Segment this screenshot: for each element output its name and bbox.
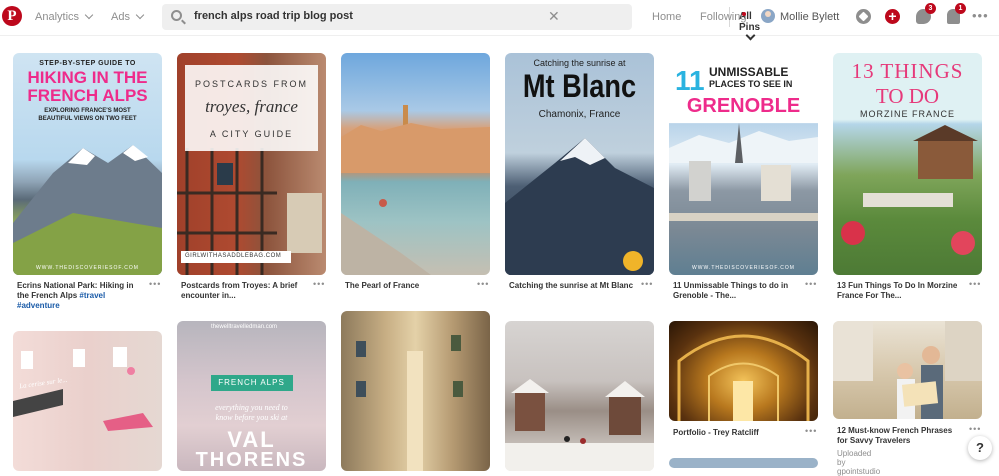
overlay-subtitle: Chamonix, France [538,109,621,120]
overlay-subtitle-2: BEAUTIFUL VIEWS ON TWO FEET [38,116,137,122]
pin-image[interactable] [505,321,654,471]
pin-image[interactable]: STEP-BY-STEP GUIDE TO HIKING IN THE FREN… [13,53,162,275]
pin-more-icon[interactable]: ••• [969,424,981,434]
chevron-down-icon [745,30,756,41]
pin-image[interactable] [669,321,818,421]
overlay-subtitle: A CITY GUIDE [209,129,294,139]
pin-image[interactable]: 13 THINGS TO DO MORZINE FRANCE [833,53,982,275]
street-illustration [13,347,153,431]
overlay-line-1: everything you need to [215,403,288,412]
overlay-source: thewelltravelledman.com [211,324,278,330]
overlay-footer: WWW.THEDISCOVERIESOF.COM [36,265,139,271]
overlay-kicker: UNMISSABLE [709,65,789,79]
pin-more-icon[interactable]: ••• [149,279,161,289]
overlay-subtitle: PLACES TO SEE IN [709,79,793,89]
overlay-subtitle: MORZINE FRANCE [860,109,955,119]
following-notification-dot [742,12,746,16]
pin-caption[interactable]: 11 Unmissable Things to do in Grenoble -… [673,281,801,301]
alley-illustration [356,335,463,471]
overlay-kicker: FRENCH ALPS [218,378,285,387]
tourists-illustration [833,321,982,419]
notifications-badge: 1 [955,3,966,14]
pin-caption[interactable]: 12 Must-know French Phrases for Savvy Tr… [837,426,965,446]
pin-image[interactable] [341,53,490,275]
pin-more-icon[interactable]: ••• [805,279,817,289]
uploader-name[interactable]: gpointstudio [837,467,880,476]
overlay-title-2: FRENCH ALPS [27,86,148,105]
clear-search-icon[interactable]: ✕ [548,8,560,25]
pin-title: Ecrins National Park: Hiking in the Fren… [17,281,134,300]
pin-caption[interactable]: Catching the sunrise at Mt Blanc [509,281,637,291]
cathedral-illustration [677,334,810,421]
overlay-title: GRENOBLE [686,95,801,117]
chevron-down-icon [135,10,145,20]
profile-link[interactable]: Mollie Bylett [780,11,839,23]
search-input[interactable]: french alps road trip blog post [194,10,353,22]
search-bar: french alps road trip blog post ✕ All Pi… [162,4,760,41]
overlay-footer: GIRLWITHASADDLEBAG.COM [185,253,282,259]
coastal-town-illustration [341,105,490,275]
overlay-line-2: know before you ski at [215,413,288,422]
overlay-number: 11 [675,65,705,96]
pin-title: 12 Must-know French Phrases for Savvy Tr… [837,426,953,445]
overlay-title-1: 13 THINGS [851,59,964,83]
pin-image[interactable]: thewelltravelledman.com FRENCH ALPS ever… [177,321,326,471]
pin-more-icon[interactable]: ••• [477,279,489,289]
overlay-kicker: POSTCARDS FROM [194,79,308,89]
pinterest-logo-icon[interactable]: P [2,6,22,26]
search-icon[interactable] [171,10,182,21]
messages-badge: 3 [925,3,936,14]
overlay-title: Mt Blanc [522,68,637,104]
help-button[interactable]: ? [968,436,992,460]
pin-image[interactable] [833,321,982,419]
analytics-menu[interactable]: Analytics [35,10,94,23]
following-link[interactable]: Following [700,11,746,23]
pin-title: 13 Fun Things To Do In Morzine France Fo… [837,281,958,300]
uploaded-by-label: Uploaded by [837,449,872,467]
create-plus-icon[interactable]: + [885,9,900,24]
overlay-kicker: Catching the sunrise at [533,58,626,68]
pin-title: The Pearl of France [345,281,420,290]
overlay-title-1: HIKING IN THE [27,68,148,87]
overlay-title-2: THORENS [195,449,308,471]
home-link[interactable]: Home [652,11,681,23]
pin-caption[interactable]: 13 Fun Things To Do In Morzine France Fo… [837,281,965,301]
ads-label: Ads [111,11,130,23]
avatar[interactable] [761,9,775,23]
overlay-subtitle-1: EXPLORING FRANCE'S MOST [44,108,131,114]
explore-compass-icon[interactable] [856,9,871,24]
pin-image[interactable]: La cerise sur le... [13,331,162,471]
pin-image[interactable] [341,311,490,471]
ads-menu[interactable]: Ads [111,10,145,23]
overlay-title: troyes, france [205,97,298,116]
pin-more-icon[interactable]: ••• [969,279,981,289]
chevron-down-icon [84,10,94,20]
pin-more-icon[interactable]: ••• [641,279,653,289]
pin-image[interactable]: POSTCARDS FROM troyes, france A CITY GUI… [177,53,326,275]
pin-title: 11 Unmissable Things to do in Grenoble -… [673,281,789,300]
pin-image[interactable]: Catching the sunrise at Mt Blanc Chamoni… [505,53,654,275]
pin-caption[interactable]: Ecrins National Park: Hiking in the Fren… [17,281,145,311]
overlay-title-2: TO DO [875,84,940,108]
pin-more-icon[interactable]: ••• [313,279,325,289]
pin-title: Postcards from Troyes: A brief encounter… [181,281,298,300]
pin-caption[interactable]: The Pearl of France [345,281,473,291]
pin-title: Portfolio - Trey Ratcliff [673,428,759,437]
snow-village-illustration [505,379,654,471]
pin-image[interactable]: 11 UNMISSABLE PLACES TO SEE IN GRENOBLE … [669,53,818,275]
analytics-label: Analytics [35,11,80,23]
overlay-kicker: STEP-BY-STEP GUIDE TO [39,60,136,67]
pin-more-icon[interactable]: ••• [805,426,817,436]
overlay-footer: WWW.THEDISCOVERIESOF.COM [692,265,795,271]
pin-title: Catching the sunrise at Mt Blanc [509,281,634,290]
next-pin-image[interactable] [669,458,818,468]
pin-caption[interactable]: Postcards from Troyes: A brief encounter… [181,281,309,301]
more-options-icon[interactable]: ••• [972,9,989,22]
top-navigation-bar: P Analytics Ads french alps road trip bl… [0,0,999,41]
pin-caption[interactable]: Portfolio - Trey Ratcliff [673,428,801,438]
